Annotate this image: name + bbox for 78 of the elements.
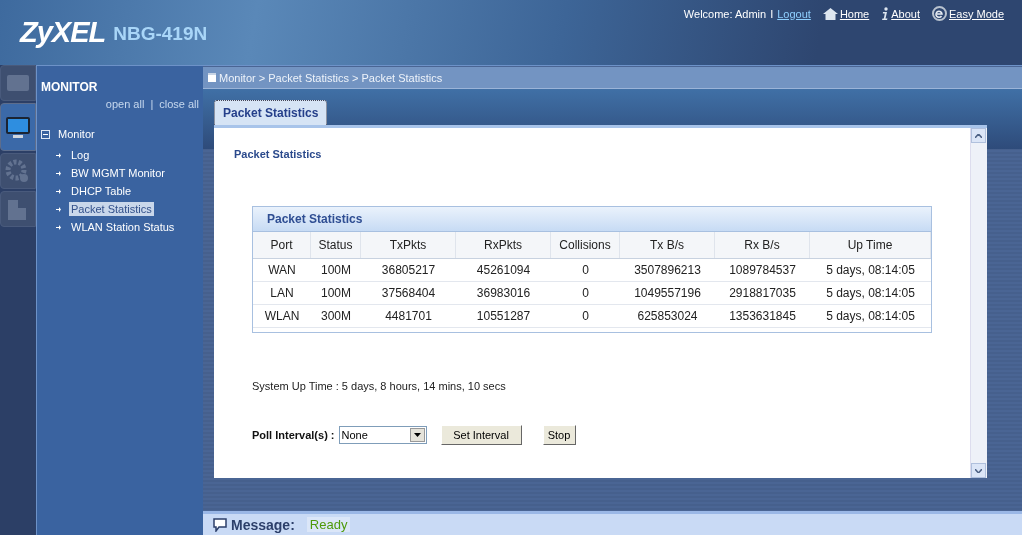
bullet-icon [56,224,61,230]
tree-item[interactable]: BW MGMT Monitor [69,166,167,180]
table-cell-text: WLAN [263,308,301,325]
system-up-time: System Up Time : 5 days, 8 hours, 14 mins, 10 secs [252,380,507,392]
column-header: Tx B/s [620,232,715,258]
tab[interactable]: Packet Statistics [214,100,328,125]
set-interval-button[interactable]: Set Interval [440,425,522,445]
easy-link[interactable]: Easy Mode [948,7,1004,20]
model-name: NBG-419N [113,23,208,45]
table-cell-text: 100M [320,285,352,302]
tree-item[interactable]: WLAN Station Status [69,220,177,234]
bullet-icon [56,206,61,212]
column-header: Rx B/s [715,232,810,258]
poll-interval-label: Poll Interval(s) : [252,429,335,441]
monitor-tab[interactable] [0,103,36,151]
logout-link[interactable]: Logout [777,7,811,20]
column-header: RxPkts [456,232,551,258]
table-cell-text: 0 [581,308,590,325]
table-cell-text: 625853024 [636,308,699,325]
tree-item[interactable]: Packet Statistics [69,202,154,216]
table-cell-text: 3507896213 [633,262,702,279]
dropdown-arrow-icon [413,433,421,437]
table-cell-text: 1049557196 [633,285,702,302]
home-link[interactable]: Home [839,7,870,20]
about-link[interactable]: About [891,7,920,20]
table-cell-text: 1089784537 [728,262,797,279]
message-icon [213,517,227,532]
scroll-up-icon[interactable] [975,133,982,138]
tree-item[interactable]: Log [69,148,92,162]
column-header: Collisions [551,232,620,258]
bullet-icon [56,188,61,194]
table-cell-text: 300M [320,308,352,325]
window-icon [208,73,216,82]
table-cell-text: WAN [267,262,297,279]
table-cell-text: 36983016 [475,285,532,302]
stop-button[interactable]: Stop [542,425,576,445]
tree-item[interactable]: DHCP Table [69,184,134,198]
table-cell-text: 5 days, 08:14:05 [825,285,916,302]
open-all-link[interactable]: open all [105,98,145,110]
table-title: Packet Statistics [267,212,363,226]
bullet-icon [56,170,61,176]
logo: ZyXEL [20,16,106,49]
table-cell-text: 0 [581,285,590,302]
section-title: Packet Statistics [234,148,323,160]
table-cell-text: 1353631845 [728,308,797,325]
info-icon [881,7,890,20]
table-cell-text: 45261094 [475,262,532,279]
bullet-icon [56,152,61,158]
column-header: TxPkts [361,232,456,258]
table-cell-text: 0 [581,262,590,279]
column-header: Port [253,232,311,258]
close-all-link[interactable]: close all [159,98,199,110]
message-label: Message: [231,516,295,533]
separator: | [150,98,154,110]
scroll-down-icon[interactable] [975,468,982,473]
table-cell-text: 100M [320,262,352,279]
table-cell-text: 4481701 [384,308,433,325]
home-icon [822,7,838,20]
collapse-icon[interactable] [41,129,50,139]
table-cell-text: 10551287 [475,308,532,325]
tree-node[interactable]: Monitor [58,128,95,140]
easy-mode-icon [931,6,947,21]
table-cell-text: LAN [269,285,295,302]
welcome-text: Welcome: Admin [683,7,767,20]
sidebar-title: MONITOR [41,80,99,94]
table-cell-text: 37568404 [380,285,437,302]
table-cell-text: 2918817035 [728,285,797,302]
poll-interval-select[interactable]: None [338,426,427,444]
scrollbar[interactable] [970,128,987,478]
column-header: Status [311,232,361,258]
message-value: Ready [306,517,351,532]
column-header: Up Time [810,232,931,258]
table-cell-text: 5 days, 08:14:05 [825,262,916,279]
breadcrumb: Monitor > Packet Statistics > Packet Statistics [219,71,443,84]
table-cell-text: 36805217 [380,262,437,279]
separator: I [770,7,774,20]
table-cell-text: 5 days, 08:14:05 [825,308,916,325]
monitor-icon [4,114,32,140]
